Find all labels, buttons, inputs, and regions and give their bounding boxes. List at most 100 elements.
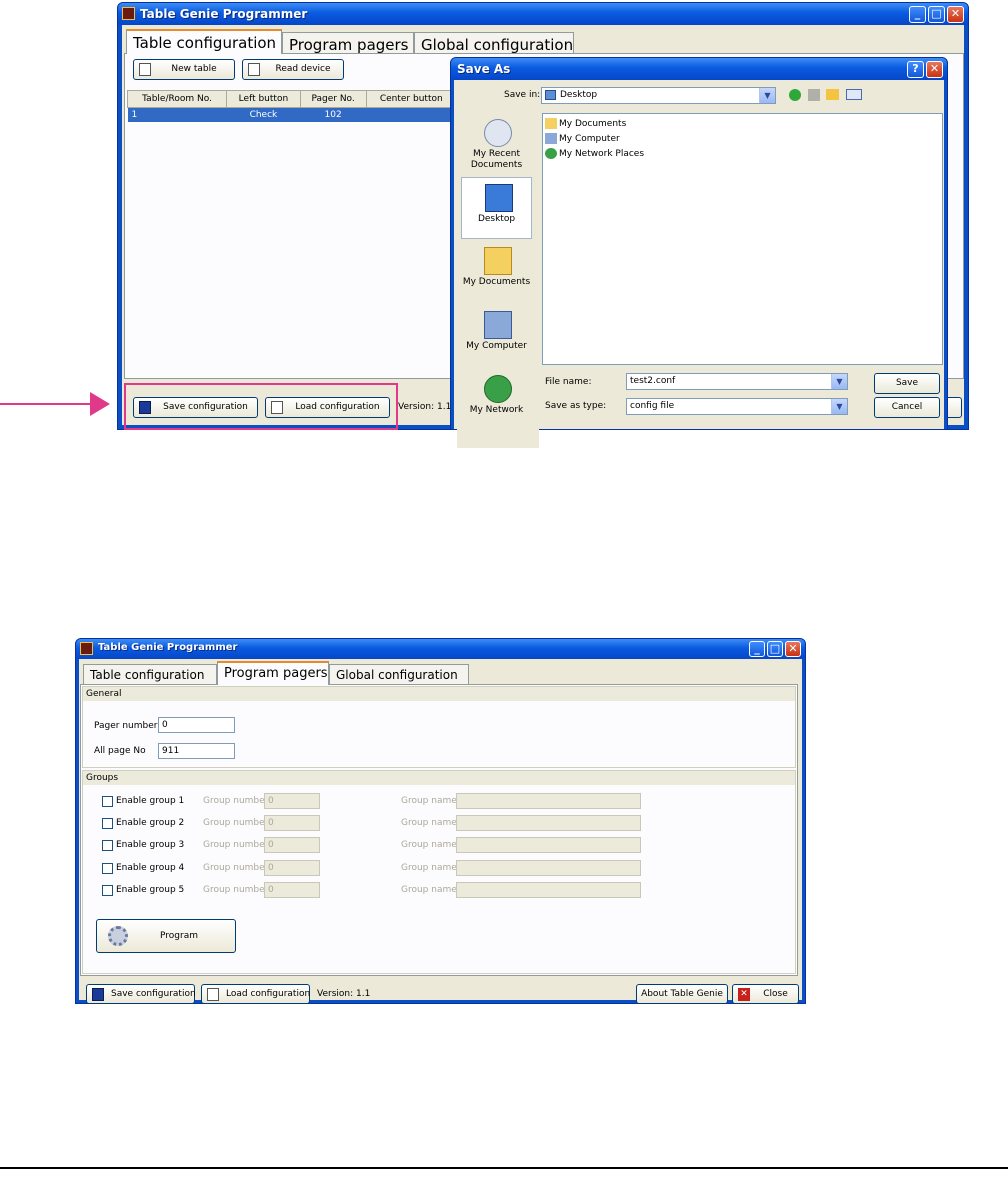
column-header[interactable]: Pager No.	[299, 90, 367, 108]
close-button[interactable]: ✕	[785, 641, 801, 657]
floppy-disk-icon	[92, 988, 104, 1001]
window-title: Table Genie Programmer	[98, 642, 238, 653]
maximize-button[interactable]: □	[928, 6, 945, 23]
group-number-input[interactable]: 0	[264, 793, 320, 809]
save-configuration-button[interactable]: Save configuration	[86, 984, 196, 1004]
help-button[interactable]: ?	[907, 61, 924, 78]
new-document-icon	[139, 63, 151, 76]
pager-number-input[interactable]: 0	[158, 717, 235, 733]
group-name-label: Group name:	[401, 796, 460, 806]
title-bar[interactable]: Table Genie Programmer _ □ ✕	[76, 639, 805, 659]
place-my-computer[interactable]: My Computer	[461, 305, 532, 367]
pointer-arrow-line	[0, 403, 94, 405]
enable-group-2-checkbox[interactable]	[102, 818, 113, 829]
enable-group-4-checkbox[interactable]	[102, 863, 113, 874]
all-page-input[interactable]: 911	[158, 743, 235, 759]
my-network-icon	[484, 375, 512, 403]
new-folder-icon[interactable]	[826, 89, 839, 100]
enable-group-label: Enable group 3	[116, 840, 185, 850]
group-number-input[interactable]: 0	[264, 837, 320, 853]
pointer-arrow-icon	[90, 392, 110, 416]
dialog-title-bar[interactable]: Save As ? ✕	[451, 58, 947, 80]
minimize-button[interactable]: _	[909, 6, 926, 23]
network-icon	[545, 148, 557, 159]
back-icon[interactable]	[789, 89, 801, 101]
new-table-button[interactable]: New table	[133, 59, 235, 80]
version-label: Version: 1.1	[398, 402, 452, 412]
enable-group-5-checkbox[interactable]	[102, 885, 113, 896]
general-title: General	[83, 687, 795, 701]
groups-group: Groups Enable group 1 Group number 0 Gro…	[82, 770, 796, 974]
save-in-label: Save in:	[504, 90, 541, 100]
minimize-button[interactable]: _	[749, 641, 765, 657]
gear-icon	[108, 926, 128, 946]
file-item[interactable]: My Computer	[545, 133, 620, 144]
group-name-input[interactable]	[456, 882, 641, 898]
maximize-button[interactable]: □	[767, 641, 783, 657]
group-name-input[interactable]	[456, 837, 641, 853]
tab-global-configuration[interactable]: Global configuration	[414, 32, 574, 54]
group-number-input[interactable]: 0	[264, 860, 320, 876]
save-button[interactable]: Save	[874, 373, 940, 394]
document-icon	[207, 988, 219, 1001]
dialog-client: Save in: Desktop ▼ My Recent Documents D…	[454, 80, 944, 448]
enable-group-3-checkbox[interactable]	[102, 840, 113, 851]
places-bar: My Recent Documents Desktop My Documents…	[457, 111, 539, 448]
enable-group-label: Enable group 1	[116, 796, 185, 806]
about-button[interactable]: About Table Genie	[636, 984, 728, 1004]
group-number-input[interactable]: 0	[264, 815, 320, 831]
app-icon	[80, 642, 93, 655]
tab-global-configuration[interactable]: Global configuration	[329, 664, 469, 684]
load-configuration-button[interactable]: Load configuration	[201, 984, 310, 1004]
chevron-down-icon: ▼	[759, 88, 775, 103]
read-device-button[interactable]: Read device	[242, 59, 344, 80]
group-number-input[interactable]: 0	[264, 882, 320, 898]
group-name-input[interactable]	[456, 860, 641, 876]
program-button[interactable]: Program	[96, 919, 236, 953]
group-name-input[interactable]	[456, 815, 641, 831]
close-button[interactable]: ✕	[947, 6, 964, 23]
tab-panel: General Pager number 0 All page No 911 G…	[80, 684, 798, 976]
title-bar[interactable]: Table Genie Programmer _ □ ✕	[118, 3, 968, 25]
group-name-input[interactable]	[456, 793, 641, 809]
file-item[interactable]: My Documents	[545, 118, 626, 129]
file-list[interactable]: My Documents My Computer My Network Plac…	[542, 113, 943, 365]
cancel-button[interactable]: Cancel	[874, 397, 940, 418]
enable-group-1-checkbox[interactable]	[102, 796, 113, 807]
all-page-label: All page No	[94, 746, 146, 756]
window-title: Table Genie Programmer	[140, 7, 308, 21]
place-my-recent-documents[interactable]: My Recent Documents	[461, 113, 532, 175]
tab-table-configuration[interactable]: Table configuration	[126, 29, 282, 54]
close-icon: ✕	[738, 988, 750, 1001]
place-my-documents[interactable]: My Documents	[461, 241, 532, 303]
group-number-label: Group number	[203, 863, 269, 873]
file-item[interactable]: My Network Places	[545, 148, 644, 159]
close-app-button[interactable]: ✕ Close	[732, 984, 799, 1004]
column-header[interactable]: Left button	[226, 90, 301, 108]
up-folder-icon[interactable]	[808, 89, 820, 101]
table-row[interactable]: 1 Check 102	[127, 107, 457, 122]
app-icon	[122, 7, 135, 20]
tab-program-pagers[interactable]: Program pagers	[217, 661, 329, 685]
file-name-input[interactable]: test2.conf ▼	[626, 373, 848, 390]
my-documents-icon	[484, 247, 512, 275]
dialog-close-button[interactable]: ✕	[926, 61, 943, 78]
column-header[interactable]: Table/Room No.	[126, 90, 228, 108]
folder-icon	[545, 118, 557, 129]
tab-table-configuration[interactable]: Table configuration	[83, 664, 217, 684]
my-computer-icon	[484, 311, 512, 339]
enable-group-label: Enable group 5	[116, 885, 185, 895]
pager-number-label: Pager number	[94, 721, 158, 731]
chevron-down-icon: ▼	[831, 399, 847, 414]
column-header[interactable]: Center button	[365, 90, 458, 108]
general-group: General Pager number 0 All page No 911	[82, 686, 796, 768]
tab-program-pagers[interactable]: Program pagers	[282, 32, 414, 54]
table-config-grid[interactable]: Table/Room No. Left button Pager No. Cen…	[126, 90, 458, 122]
place-my-network[interactable]: My Network	[461, 369, 532, 431]
save-in-dropdown[interactable]: Desktop ▼	[541, 87, 776, 104]
save-as-type-dropdown[interactable]: config file ▼	[626, 398, 848, 415]
place-desktop[interactable]: Desktop	[461, 177, 532, 239]
chevron-down-icon: ▼	[831, 374, 847, 389]
recent-documents-icon	[484, 119, 512, 147]
view-menu-icon[interactable]	[846, 89, 862, 100]
